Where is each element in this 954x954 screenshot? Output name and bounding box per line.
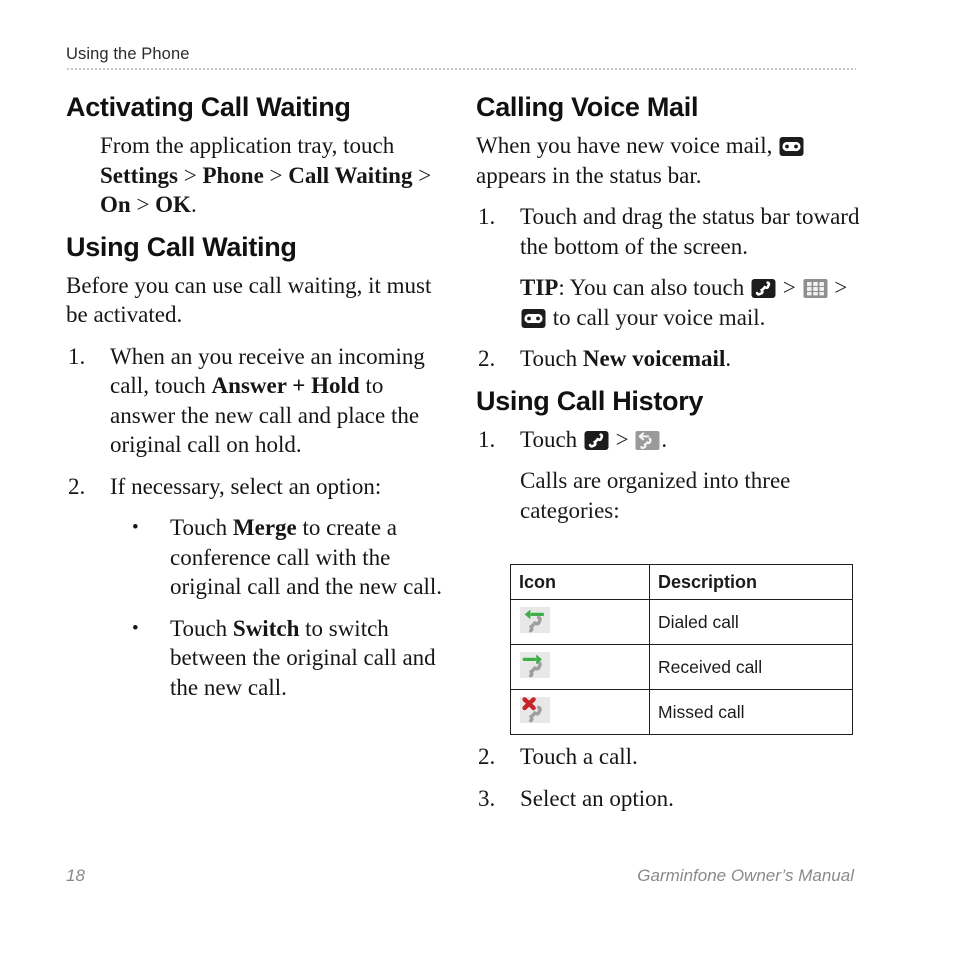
text-run-bold: OK [155, 192, 191, 217]
heading-calling-voice-mail: Calling Voice Mail [476, 92, 699, 122]
left-column: Activating Call Waiting From the applica… [66, 92, 451, 714]
list-item: 2. Touch a call. [476, 742, 861, 772]
missed-call-icon [519, 696, 551, 724]
tip-label: TIP [520, 275, 559, 300]
call-history-categories-note: Calls are organized into three categorie… [520, 468, 791, 523]
page-header: Using the Phone [66, 44, 856, 70]
text-run: . [661, 426, 668, 452]
using-call-waiting-intro: Before you can use call waiting, it must… [66, 272, 432, 328]
text-run: to call your voice mail. [547, 304, 766, 330]
call-history-trailing-steps: 2. Touch a call. 3. Select an option. [476, 742, 861, 825]
text-run: Touch and drag the status bar toward the… [520, 204, 860, 259]
list-item: • Touch Merge to create a conference cal… [132, 513, 451, 602]
text-run: . [190, 192, 197, 217]
text-run: Select an option. [520, 785, 674, 811]
calling-voice-mail-intro: When you have new voice mail, appears in… [476, 131, 861, 190]
list-marker: 3. [478, 785, 496, 811]
option-bullets: • Touch Merge to create a conference cal… [66, 513, 451, 702]
voicemail-icon [521, 308, 546, 329]
bullet-marker: • [132, 517, 139, 538]
text-run: : You can also touch [558, 275, 751, 300]
text-run: From the application tray, touch [100, 133, 395, 158]
text-run-bold: Call Waiting [288, 162, 413, 188]
table-cell-icon [510, 599, 650, 645]
right-column: Calling Voice Mail When you have new voi… [476, 92, 861, 537]
list-item: 2. Touch New voicemail. [476, 344, 861, 374]
list-item: • Touch Switch to switch between the ori… [132, 614, 451, 703]
text-run: > [609, 426, 635, 452]
table-cell-description: Missed call [649, 689, 853, 735]
header-divider [66, 68, 856, 70]
text-run: > [412, 162, 432, 188]
list-item: 1. Touch and drag the status bar toward … [476, 202, 861, 261]
text-run: Touch [170, 615, 233, 641]
using-call-history-steps: 1. Touch > . Calls are organized into th… [476, 425, 861, 526]
text-run: . [725, 346, 732, 371]
page-footer: 18 Garminfone Owner’s Manual [66, 866, 854, 886]
footer-page-number: 18 [66, 866, 85, 885]
table-row: Received call [510, 644, 853, 690]
list-marker: 2. [478, 744, 496, 769]
text-run: > [828, 275, 848, 300]
text-run: > [130, 192, 156, 217]
text-run: Touch a call. [520, 744, 638, 769]
heading-using-call-waiting: Using Call Waiting [66, 231, 297, 262]
heading-using-call-history: Using Call History [476, 385, 704, 416]
column-header-icon: Icon [510, 564, 650, 600]
list-item: 2. If necessary, select an option: [66, 472, 451, 502]
call-history-icon [635, 430, 660, 451]
text-run-bold: New voicemail [582, 346, 726, 371]
footer-manual-title: Garminfone Owner’s Manual [637, 866, 854, 885]
list-marker: 2. [478, 346, 496, 371]
bullet-marker: • [132, 617, 139, 639]
text-run-bold: Settings [100, 162, 178, 188]
text-run-bold: On [100, 192, 131, 217]
text-run: If necessary, select an option: [110, 473, 382, 499]
text-run: Touch [520, 426, 583, 452]
table-row: Dialed call [510, 599, 853, 645]
table-header-row: Icon Description [510, 564, 853, 600]
table-cell-description: Received call [649, 644, 853, 690]
dialed-call-icon [519, 606, 551, 634]
received-call-icon [519, 651, 551, 679]
phone-handset-icon [751, 278, 776, 299]
list-item: 1. When an you receive an incoming call,… [66, 342, 451, 460]
text-run-bold: Answer + Hold [211, 373, 360, 398]
list-marker: 1. [478, 204, 496, 229]
list-marker: 1. [68, 343, 86, 369]
text-run: When you have new voice mail, [476, 133, 773, 158]
text-run: appears in the status bar. [476, 162, 702, 188]
list-item: 1. Touch > . [476, 425, 861, 455]
call-type-table: Icon Description Dialed call Received ca… [510, 564, 853, 735]
calling-voice-mail-steps: 1. Touch and drag the status bar toward … [476, 202, 861, 374]
table-cell-icon [510, 644, 650, 690]
table-row: Missed call [510, 689, 853, 735]
keypad-icon [803, 278, 828, 299]
table-cell-icon [510, 689, 650, 735]
text-run: > [177, 162, 203, 188]
voice-mail-tip: TIP: You can also touch > > to call your… [476, 273, 861, 332]
list-marker: 2. [68, 473, 86, 499]
voicemail-icon [779, 136, 804, 157]
text-run: Touch [520, 346, 583, 371]
list-item: 3. Select an option. [476, 784, 861, 814]
table-cell-description: Dialed call [649, 599, 853, 645]
column-header-description: Description [649, 564, 853, 600]
text-run: > [263, 162, 289, 188]
activating-call-waiting-paragraph: From the application tray, touch Setting… [100, 131, 451, 220]
list-marker: 1. [478, 426, 496, 452]
text-run: > [777, 275, 802, 300]
using-call-waiting-steps: 1. When an you receive an incoming call,… [66, 342, 451, 703]
text-run-bold: Switch [232, 615, 300, 641]
phone-handset-icon [584, 430, 609, 451]
heading-activating-call-waiting: Activating Call Waiting [66, 92, 351, 122]
text-run-bold: Phone [202, 162, 264, 188]
running-header-title: Using the Phone [66, 45, 190, 63]
text-run: Touch [170, 515, 233, 540]
text-run-bold: Merge [232, 515, 297, 540]
